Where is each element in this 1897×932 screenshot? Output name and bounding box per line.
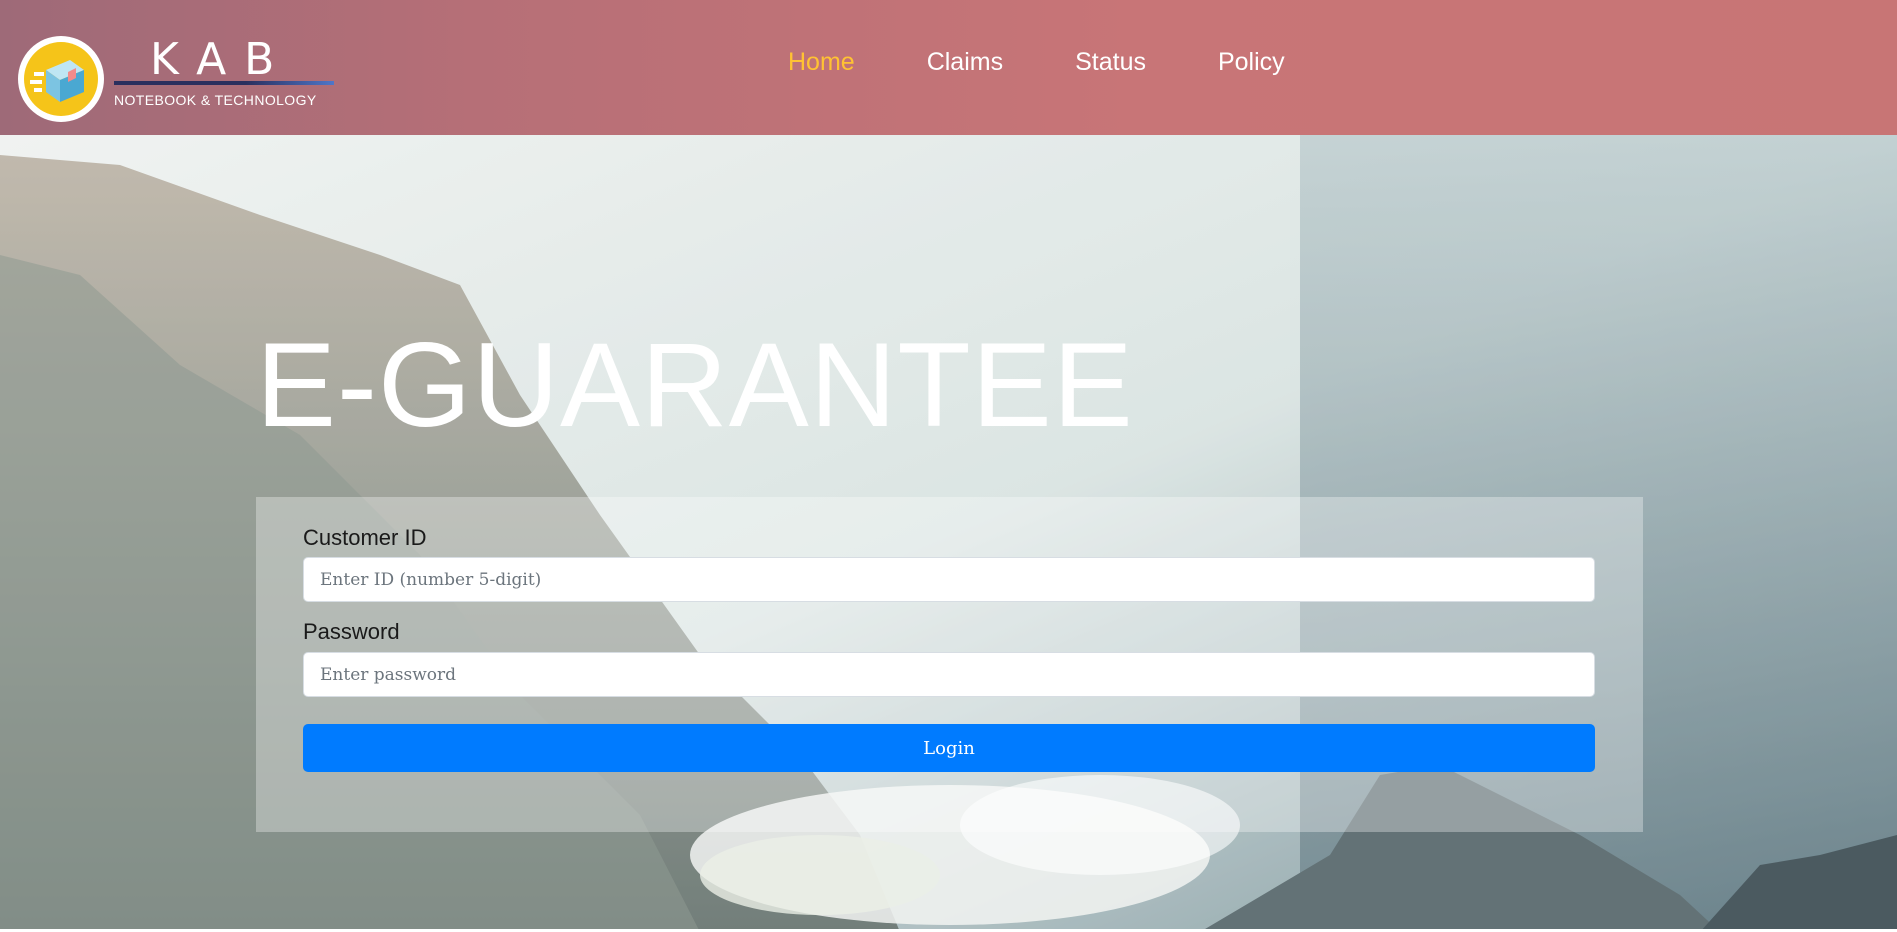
brand-logo[interactable] xyxy=(18,36,104,122)
main-nav: Home Claims Status Policy xyxy=(788,44,1357,80)
brand: KAB NOTEBOOK & TECHNOLOGY xyxy=(114,36,334,116)
brand-title: KAB xyxy=(150,34,293,85)
login-form: Customer ID Password Login xyxy=(256,497,1643,832)
box-logo-icon xyxy=(24,42,98,116)
site-header: KAB NOTEBOOK & TECHNOLOGY Home Claims St… xyxy=(0,0,1897,135)
nav-status[interactable]: Status xyxy=(1075,44,1146,80)
hero-title: E-GUARANTEE xyxy=(256,318,1134,452)
password-label: Password xyxy=(303,619,400,644)
hero-section: E-GUARANTEE Customer ID Password Login xyxy=(0,135,1897,932)
login-button[interactable]: Login xyxy=(303,724,1595,772)
customer-id-input[interactable] xyxy=(303,557,1595,602)
nav-home[interactable]: Home xyxy=(788,44,855,80)
nav-claims[interactable]: Claims xyxy=(927,44,1003,80)
brand-underline xyxy=(114,81,334,85)
brand-subtitle: NOTEBOOK & TECHNOLOGY xyxy=(114,92,317,108)
customer-id-label: Customer ID xyxy=(303,525,427,550)
password-input[interactable] xyxy=(303,652,1595,697)
nav-policy[interactable]: Policy xyxy=(1218,44,1285,80)
